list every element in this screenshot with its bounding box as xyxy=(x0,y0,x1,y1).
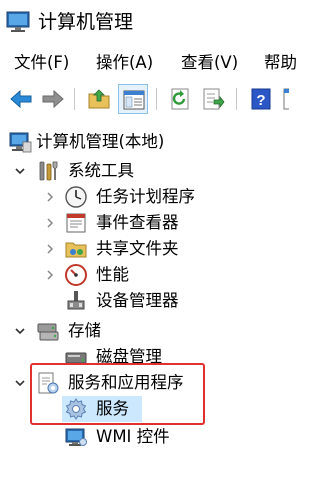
chevron-right-icon[interactable] xyxy=(44,241,56,255)
tree-node-task-scheduler[interactable]: 任务计划程序 xyxy=(0,184,220,210)
device-manager-icon xyxy=(64,289,88,313)
help-icon[interactable]: ? xyxy=(246,84,276,114)
tree-node-shared-folders[interactable]: 共享文件夹 xyxy=(0,236,220,262)
tree-label: 性能 xyxy=(96,265,129,284)
tree-label: WMI 控件 xyxy=(96,427,170,446)
menu-view[interactable]: 查看(V) xyxy=(181,52,238,74)
chevron-down-icon[interactable] xyxy=(14,163,26,177)
tree-node-device-manager[interactable]: 设备管理器 xyxy=(0,288,220,314)
back-arrow-icon[interactable] xyxy=(6,84,36,114)
chevron-down-icon[interactable] xyxy=(14,375,26,389)
event-viewer-icon xyxy=(64,211,88,235)
computer-management-icon xyxy=(6,11,30,33)
tree-label: 存储 xyxy=(68,321,101,340)
menu-action[interactable]: 操作(A) xyxy=(96,52,153,74)
tree-label: 系统工具 xyxy=(68,161,134,180)
tree-node-storage[interactable]: 存储 xyxy=(0,318,150,344)
properties-icon[interactable] xyxy=(278,84,289,114)
menu-bar: 文件(F) 操作(A) 查看(V) 帮助 xyxy=(0,44,297,82)
computer-management-icon xyxy=(8,130,32,154)
window-title: 计算机管理 xyxy=(38,11,134,33)
export-list-icon[interactable] xyxy=(198,84,228,114)
up-folder-icon[interactable] xyxy=(84,84,114,114)
annotation-highlight-box xyxy=(30,363,205,425)
toolbar-separator xyxy=(156,88,157,110)
tree-node-performance[interactable]: 性能 xyxy=(0,262,220,288)
refresh-icon[interactable] xyxy=(166,84,196,114)
show-hide-tree-icon[interactable] xyxy=(118,84,148,114)
clock-icon xyxy=(64,185,88,209)
forward-arrow-icon[interactable] xyxy=(38,84,68,114)
storage-icon xyxy=(36,319,60,343)
navigation-tree: 计算机管理(本地) 系统工具 任务计划程序 事件查看器 共享文件夹 性能 设备管… xyxy=(0,118,289,478)
tree-label: 共享文件夹 xyxy=(96,239,179,258)
tools-icon xyxy=(36,159,60,183)
tree-label: 计算机管理(本地) xyxy=(36,132,165,151)
tree-node-root[interactable]: 计算机管理(本地) xyxy=(0,129,200,155)
toolbar: ? xyxy=(0,82,289,118)
wmi-control-icon xyxy=(64,425,88,449)
chevron-right-icon[interactable] xyxy=(44,215,56,229)
tree-node-system-tools[interactable]: 系统工具 xyxy=(0,158,170,184)
title-bar[interactable]: 计算机管理 xyxy=(0,0,289,44)
toolbar-separator xyxy=(236,88,237,110)
menu-help[interactable]: 帮助 xyxy=(264,52,297,74)
performance-gauge-icon xyxy=(64,263,88,287)
tree-label: 设备管理器 xyxy=(96,291,179,310)
tree-label: 任务计划程序 xyxy=(96,187,195,206)
chevron-right-icon[interactable] xyxy=(44,267,56,281)
tree-node-event-viewer[interactable]: 事件查看器 xyxy=(0,210,220,236)
toolbar-separator xyxy=(74,88,75,110)
chevron-right-icon[interactable] xyxy=(44,189,56,203)
chevron-down-icon[interactable] xyxy=(14,323,26,337)
menu-file[interactable]: 文件(F) xyxy=(14,52,69,74)
shared-folder-icon xyxy=(64,237,88,261)
tree-node-wmi-control[interactable]: WMI 控件 xyxy=(0,424,200,450)
tree-label: 事件查看器 xyxy=(96,213,179,232)
svg-text:?: ? xyxy=(256,92,265,109)
